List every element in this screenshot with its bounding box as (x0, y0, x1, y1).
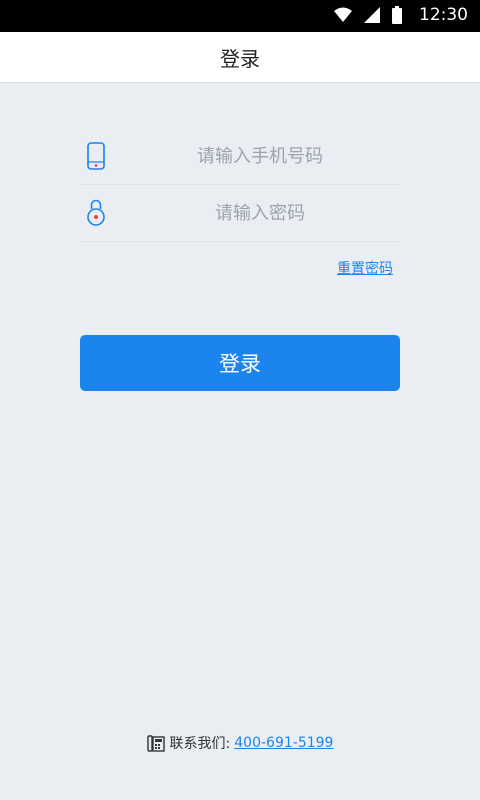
phone-number-link[interactable]: 400-691-5199 (234, 735, 333, 751)
password-field (80, 185, 400, 242)
password-input[interactable] (120, 185, 400, 241)
phone-field (80, 128, 400, 185)
wifi-icon (334, 7, 352, 22)
contact-label: 联系我们: (169, 736, 231, 752)
status-time: 12:30 (419, 5, 468, 25)
battery-icon (392, 6, 402, 24)
status-bar: 12:30 (0, 0, 480, 32)
page-title: 登录 (220, 46, 260, 71)
login-button[interactable]: 登录 (80, 335, 400, 391)
signal-icon (364, 7, 380, 23)
status-icons (334, 6, 402, 24)
phone-input[interactable] (120, 128, 400, 184)
mobile-phone-icon (87, 142, 105, 170)
telephone-icon (146, 735, 165, 752)
lock-icon (87, 199, 105, 226)
reset-password-link[interactable]: 重置密码 (337, 258, 393, 278)
footer-contact: 联系我们: 400-691-5199 (0, 730, 480, 756)
title-bar: 登录 (0, 32, 480, 83)
